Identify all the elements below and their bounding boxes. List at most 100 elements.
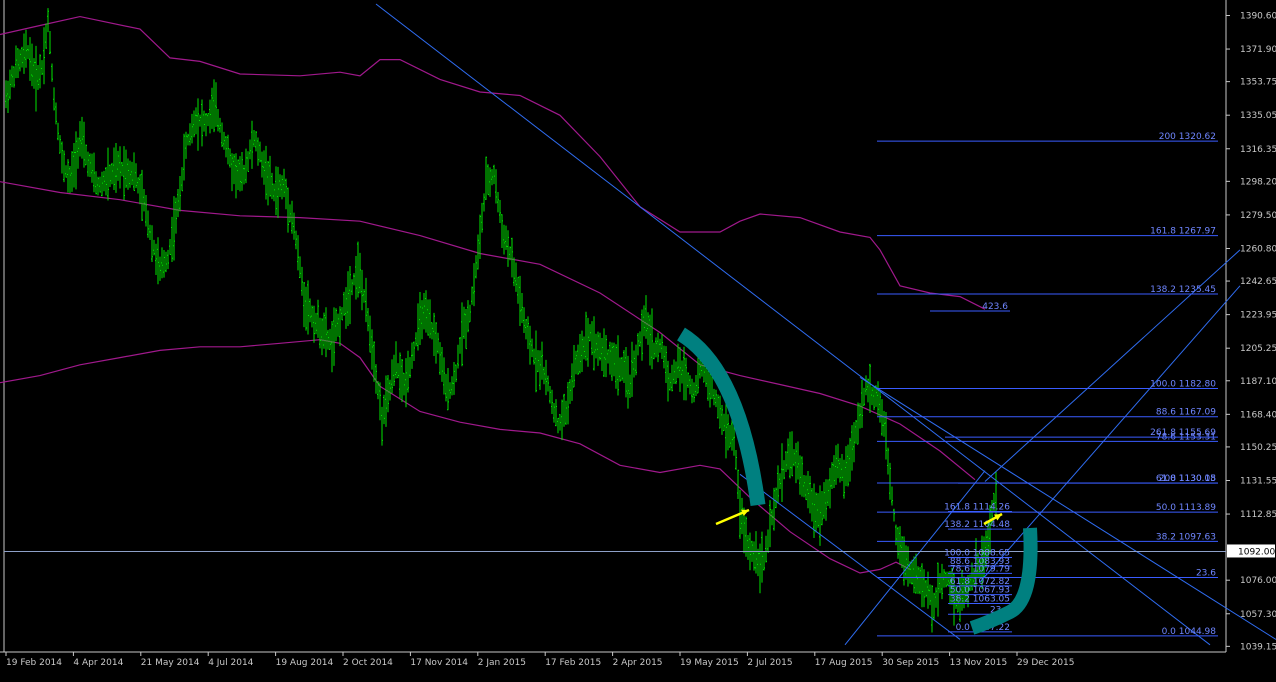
price-bar (405, 358, 407, 408)
price-bar (435, 322, 437, 364)
price-bar (269, 155, 271, 197)
x-axis: 19 Feb 2014 4 Apr 2014 21 May 2014 4 Jul 20… (5, 652, 1075, 668)
price-bar (541, 341, 543, 380)
price-bar (193, 110, 195, 138)
price-bar (623, 350, 625, 383)
price-bar (343, 291, 345, 316)
price-bar (737, 469, 739, 499)
fib-level-label: 200 1130.08 (1159, 474, 1217, 484)
x-tick-label: 21 May 2014 (141, 658, 200, 668)
price-bar (261, 151, 263, 178)
trendline (739, 473, 961, 640)
price-bar (121, 161, 123, 177)
price-bar (385, 375, 387, 427)
price-bar (861, 379, 863, 428)
price-bar (81, 116, 83, 159)
price-bar (117, 150, 119, 181)
envelope-bands (0, 15, 986, 574)
price-bar (709, 372, 711, 408)
price-bar (937, 562, 939, 617)
price-bar (663, 345, 665, 369)
price-bar (91, 153, 93, 183)
price-bar (881, 399, 883, 436)
price-bar (145, 194, 147, 227)
price-bar (391, 359, 393, 394)
price-bar (609, 341, 611, 375)
price-bar (13, 66, 15, 88)
price-bar (137, 177, 139, 194)
price-bar (53, 87, 55, 111)
price-bar (543, 366, 545, 385)
price-bar (403, 372, 405, 396)
price-bar (437, 332, 439, 354)
price-bar (387, 374, 389, 413)
price-bar (463, 306, 465, 339)
y-tick-label: 1390.60 (1240, 11, 1276, 21)
price-bar (591, 321, 593, 356)
price-bar (201, 99, 203, 147)
price-bar (657, 332, 659, 363)
price-bar (111, 162, 113, 185)
y-tick-label: 1039.15 (1240, 642, 1276, 652)
price-bar (243, 164, 245, 185)
price-bar (511, 237, 513, 278)
price-bar (365, 277, 367, 323)
price-bar (799, 455, 801, 495)
x-tick-label: 30 Sep 2015 (882, 658, 939, 668)
price-bar (547, 375, 549, 392)
price-bar (897, 526, 899, 559)
x-tick-label: 4 Jul 2014 (208, 658, 253, 668)
price-bar (311, 305, 313, 328)
price-bar (221, 122, 223, 148)
y-tick-label: 1316.35 (1240, 145, 1276, 155)
price-bar (767, 529, 769, 553)
fib-level-label: 100.0 1182.80 (1150, 379, 1216, 389)
price-bar (239, 156, 241, 192)
price-bar (279, 174, 281, 198)
price-bar (905, 545, 907, 580)
price-bar (919, 567, 921, 595)
price-bar (457, 344, 459, 369)
price-bar (935, 587, 937, 608)
price-bar (107, 147, 109, 201)
price-bar (871, 386, 873, 406)
price-bar (183, 133, 185, 181)
price-bar (23, 33, 25, 74)
price-bar (893, 508, 895, 522)
price-bar (855, 420, 857, 444)
price-bar (637, 333, 639, 356)
price-bar (687, 372, 689, 388)
price-bar (7, 80, 9, 114)
price-bar (655, 337, 657, 358)
price-bar (191, 113, 193, 144)
price-bar (757, 548, 759, 577)
price-bar (341, 307, 343, 321)
price-bar (787, 438, 789, 470)
price-bar (41, 60, 43, 76)
price-bar (513, 257, 515, 287)
price-bar (629, 374, 631, 398)
price-bar (223, 131, 225, 150)
price-bar (837, 443, 839, 479)
price-bar (807, 471, 809, 509)
price-bar (251, 120, 253, 169)
price-bar (163, 250, 165, 278)
price-bar (653, 342, 655, 360)
price-bar (389, 379, 391, 401)
price-bar (741, 497, 743, 535)
price-bar (199, 114, 201, 127)
price-bar (635, 344, 637, 376)
chart-svg: 200 1320.62 161.8 1267.97 138.2 1235.45 100… (0, 0, 1276, 668)
price-bar (831, 462, 833, 490)
price-bar (661, 334, 663, 360)
price-bar (249, 139, 251, 160)
price-bar (647, 312, 649, 345)
price-bar (217, 108, 219, 132)
price-bar (165, 251, 167, 273)
price-bar (253, 130, 255, 148)
price-bar (19, 49, 21, 72)
price-bar (497, 191, 499, 213)
price-bar (443, 357, 445, 395)
price-bar (527, 316, 529, 350)
price-bar (225, 136, 227, 158)
